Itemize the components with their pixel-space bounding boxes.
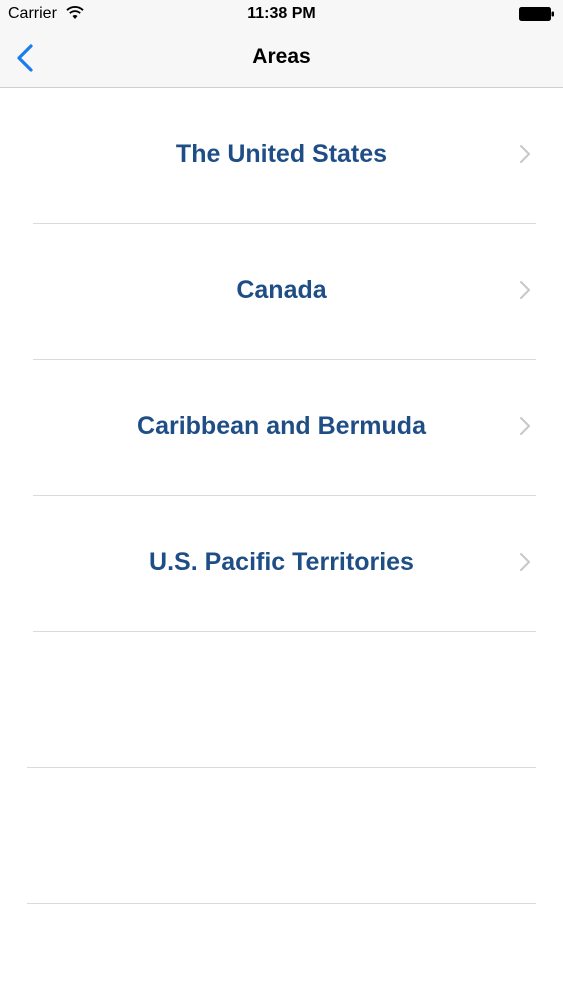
status-bar: Carrier 11:38 PM — [0, 0, 563, 30]
list-item-label: The United States — [175, 140, 388, 168]
empty-row — [0, 632, 563, 768]
list-item-caribbean-bermuda[interactable]: Caribbean and Bermuda — [0, 360, 563, 496]
battery-icon — [519, 7, 554, 21]
list-item-label: U.S. Pacific Territories — [149, 548, 414, 576]
chevron-right-icon — [520, 281, 530, 299]
chevron-right-icon — [520, 417, 530, 435]
navigation-bar: Areas — [0, 30, 563, 88]
list-item-label: Caribbean and Bermuda — [137, 412, 426, 440]
empty-row — [0, 768, 563, 904]
page-title: Areas — [252, 45, 311, 68]
areas-screen: Carrier 11:38 PM Areas The United States — [0, 0, 563, 1000]
list-item-united-states[interactable]: The United States — [0, 88, 563, 224]
chevron-right-icon — [520, 553, 530, 571]
list-item-label: Canada — [236, 276, 327, 304]
chevron-right-icon — [520, 145, 530, 163]
status-time: 11:38 PM — [247, 5, 316, 22]
list-item-us-pacific-territories[interactable]: U.S. Pacific Territories — [0, 496, 563, 632]
row-divider — [27, 903, 536, 904]
list-item-canada[interactable]: Canada — [0, 224, 563, 360]
areas-list: The United States Canada Caribbean and B… — [0, 88, 563, 904]
